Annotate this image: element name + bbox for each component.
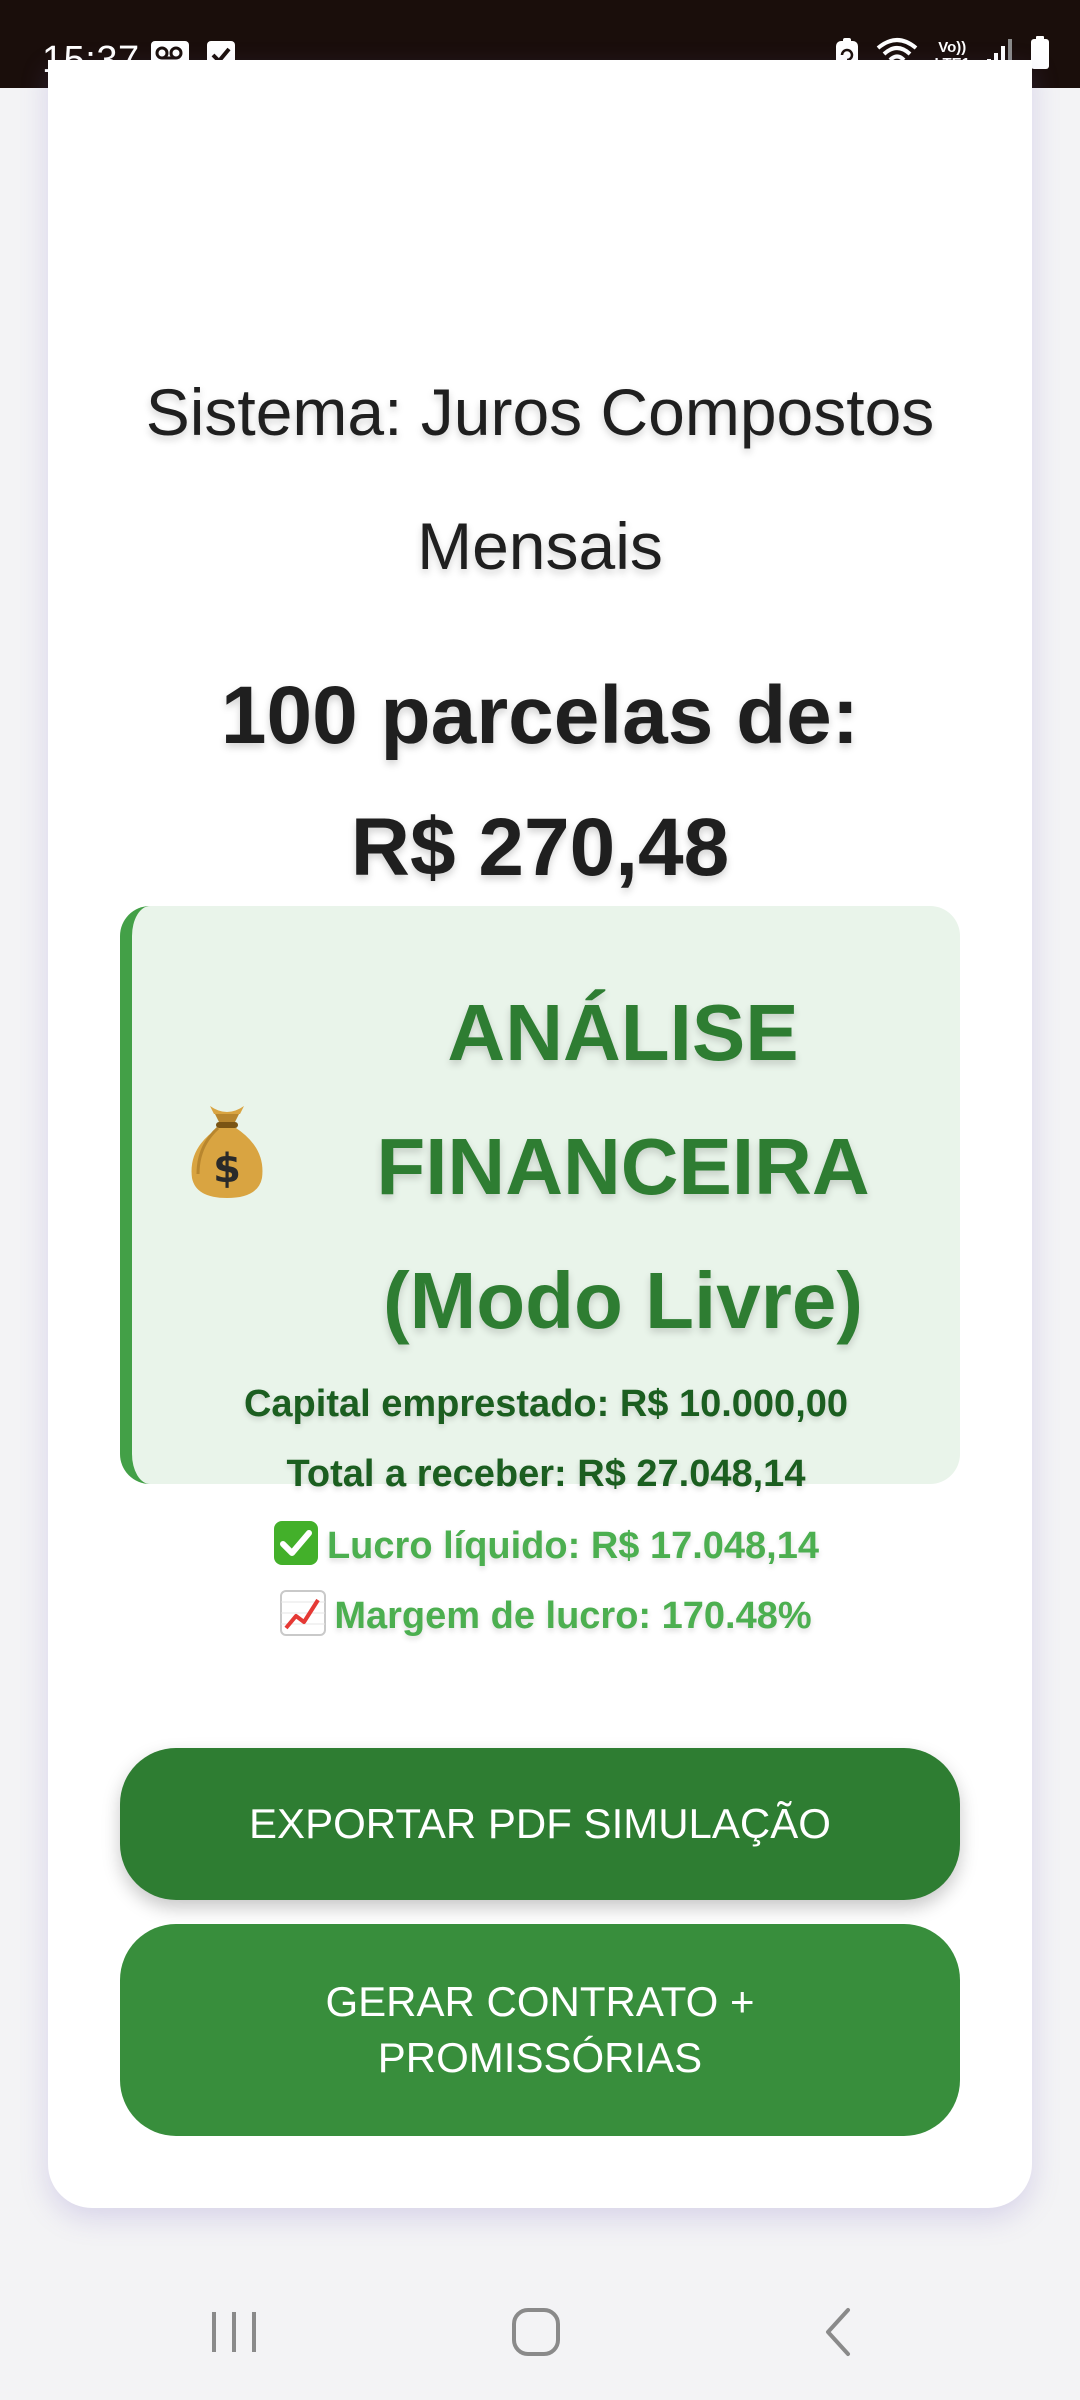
system-label: Sistema: Juros Compostos Mensais [145,375,935,583]
profit-line: Lucro líquido: R$ 17.048,14 [132,1520,960,1578]
installment-value: R$ 270,48 [350,802,730,893]
profit-text: Lucro líquido: R$ 17.048,14 [326,1525,820,1567]
money-bag-icon: $ [184,1096,270,1200]
capital-text: Capital emprestado: R$ 10.000,00 [243,1383,849,1425]
check-mark-icon [273,1520,319,1578]
back-icon[interactable] [818,2304,858,2365]
margin-line: Margem de lucro: 170.48% [132,1590,960,1648]
generate-contract-button[interactable]: GERAR CONTRATO + PROMISSÓRIAS [120,1924,960,2136]
installments-summary: 100 parcelas de: R$ 270,48 [48,650,1032,914]
installments-label: 100 parcelas de: [220,670,860,761]
battery-icon [1030,36,1050,75]
margin-text: Margem de lucro: 170.48% [334,1595,812,1637]
total-text: Total a receber: R$ 27.048,14 [286,1453,806,1495]
export-pdf-button[interactable]: EXPORTAR PDF SIMULAÇÃO [120,1748,960,1900]
svg-text:$: $ [213,1146,241,1192]
simulation-result-card: Sistema: Juros Compostos Mensais 100 par… [48,60,1032,2208]
chart-increasing-icon [280,1590,327,1648]
home-icon[interactable] [510,2306,562,2363]
navigation-bar [0,2256,1080,2400]
recent-apps-icon[interactable] [208,2308,260,2361]
analysis-title: ANÁLISE FINANCEIRA (Modo Livre) [376,988,870,1345]
